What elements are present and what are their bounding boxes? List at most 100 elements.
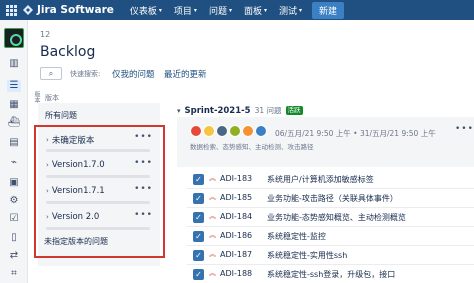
sprint-goal: 数据检索、态势感知、主动检测、攻击路径 (190, 143, 314, 151)
nav-issues[interactable]: 问题 ▾ (203, 0, 238, 20)
priority-high-icon: ︽ (209, 212, 216, 220)
nav-projects[interactable]: 项目 ▾ (168, 0, 203, 20)
more-icon[interactable]: ••• (134, 184, 153, 194)
nav-projects-label: 项目 (173, 6, 192, 17)
chevron-down-icon: ▾ (158, 6, 162, 14)
version-card[interactable]: › Version1.7.0 ••• (40, 157, 158, 181)
nav-tests[interactable]: 测试 ▾ (273, 0, 308, 20)
issue-list: ✓ ︽ ADI-183 系统用户/计算机添加敏感标签 ✓ ︽ ADI-185 业… (187, 170, 474, 283)
sprint-dates: 06/五月/21 9:50 上午 • 31/五月/21 9:50 上午 (275, 129, 436, 138)
quick-filters-label: 快速搜索: (70, 70, 101, 78)
issue-row[interactable]: ✓ ︽ ADI-185 业务功能-攻击路径（关联具体事件） (187, 189, 474, 208)
avatar[interactable] (242, 125, 254, 137)
issue-summary: 系统用户/计算机添加敏感标签 (267, 175, 374, 184)
search-icon: ⌕ (48, 69, 54, 78)
versions-panel-title: 版本 (45, 94, 59, 102)
version-progress-bar (46, 201, 150, 204)
issue-key[interactable]: ADI-184 (220, 212, 252, 221)
sprint-issue-count: 31 问题 (254, 106, 282, 115)
issue-row[interactable]: ✓ ︽ ADI-184 业务功能-态势感知概览、主动检测概览 (187, 208, 474, 227)
project-avatar[interactable] (4, 28, 24, 48)
unassigned-version-item[interactable]: 未指定版本的问题 (44, 236, 108, 247)
pages-icon[interactable]: ▯ (7, 232, 21, 244)
avatar[interactable] (255, 125, 267, 137)
issue-row[interactable]: ✓ ︽ ADI-188 系统稳定性-ssh登录，升级包，接口 (187, 265, 474, 283)
board-icon[interactable]: ▥ (7, 58, 21, 70)
issue-summary: 系统稳定性-ssh登录，升级包，接口 (267, 270, 396, 279)
issue-key[interactable]: ADI-183 (220, 174, 252, 183)
issue-row[interactable]: ✓ ︽ ADI-186 系统稳定性-监控 (187, 227, 474, 246)
avatar[interactable] (203, 125, 215, 137)
priority-high-icon: ︽ (209, 193, 216, 201)
version-name: Version1.7.0 (51, 160, 105, 170)
issue-key[interactable]: ADI-187 (220, 250, 252, 259)
avatar[interactable] (190, 125, 202, 137)
issue-row[interactable]: ✓ ︽ ADI-183 系统用户/计算机添加敏感标签 (187, 170, 474, 189)
version-card[interactable]: › Version 2.0 ••• (40, 209, 158, 233)
project-sidebar: ▥ ☰ ▦ ⛴ ▤ ⌁ ▣ ⚙ ☑ ▯ ⇄ ⌗ (0, 20, 28, 283)
issue-key[interactable]: ADI-185 (220, 193, 252, 202)
chevron-down-icon: ▾ (228, 6, 232, 14)
version-progress-bar (46, 175, 150, 178)
components-icon[interactable]: ⚙ (7, 195, 21, 207)
more-icon[interactable]: ••• (134, 132, 153, 142)
quick-filter-only-my-issues[interactable]: 仅我的问题 (112, 68, 155, 80)
sprint-header[interactable]: ▾ Sprint-2021-5 31 问题 活跃 (177, 105, 303, 116)
nav-issues-label: 问题 (208, 6, 227, 17)
issue-type-icon: ✓ (193, 193, 204, 204)
reports-icon[interactable]: ▤ (7, 137, 21, 149)
all-issues-item[interactable]: 所有问题 (38, 107, 160, 124)
issue-type-icon: ✓ (193, 212, 204, 223)
chart-icon[interactable]: ⌁ (7, 157, 21, 169)
code-icon[interactable]: ⇄ (7, 250, 21, 262)
issue-key[interactable]: ADI-186 (220, 231, 252, 240)
top-nav: Jira Software 仪表板 ▾ 项目 ▾ 问题 ▾ 面板 ▾ 测试 ▾ … (0, 0, 474, 20)
issue-key[interactable]: ADI-188 (220, 269, 252, 278)
avatar[interactable] (229, 125, 241, 137)
version-name: Version1.7.1 (51, 186, 105, 196)
jira-logo-icon (23, 5, 33, 15)
tests-icon[interactable]: ☑ (7, 213, 21, 225)
version-progress-bar (46, 149, 150, 152)
nav-dashboards[interactable]: 仪表板 ▾ (124, 0, 168, 20)
priority-high-icon: ︽ (209, 250, 216, 258)
nav-tests-label: 测试 (279, 6, 298, 17)
chevron-down-icon: ▾ (263, 6, 267, 14)
version-name: Version 2.0 (51, 212, 100, 222)
chevron-right-icon: › (46, 213, 49, 221)
page-title: Backlog (40, 44, 96, 60)
search-input[interactable]: ⌕ (40, 67, 62, 80)
backlog-icon[interactable]: ☰ (7, 80, 21, 92)
priority-high-icon: ︽ (209, 174, 216, 182)
jira-logo[interactable]: Jira Software (22, 4, 114, 16)
chevron-right-icon: › (46, 187, 49, 195)
app-switcher-icon[interactable] (4, 3, 18, 17)
chevron-down-icon: ▾ (177, 106, 181, 115)
version-card[interactable]: › 未确定版本 ••• (40, 131, 158, 155)
quick-filter-recently-updated[interactable]: 最近的更新 (164, 68, 207, 80)
more-icon[interactable]: ••• (134, 158, 153, 168)
issue-summary: 系统稳定性-实用性ssh (267, 251, 348, 260)
more-icon[interactable]: ••• (134, 210, 153, 220)
version-card[interactable]: › Version1.7.1 ••• (40, 183, 158, 207)
nav-boards-label: 面板 (243, 6, 262, 17)
issues-icon[interactable]: ▣ (7, 177, 21, 189)
issue-type-icon: ✓ (193, 231, 204, 242)
breadcrumb[interactable]: 12 (40, 30, 50, 39)
priority-high-icon: ︽ (209, 231, 216, 239)
priority-high-icon: ︽ (209, 269, 216, 277)
create-button[interactable]: 新建 (312, 1, 345, 19)
issue-type-icon: ✓ (193, 174, 204, 185)
chevron-right-icon: › (46, 136, 49, 144)
issue-row[interactable]: ✓ ︽ ADI-187 系统稳定性-实用性ssh (187, 246, 474, 265)
active-sprint-icon[interactable]: ▦ (7, 99, 21, 111)
chevron-down-icon: ▾ (299, 6, 303, 14)
issue-summary: 业务功能-态势感知概览、主动检测概览 (267, 213, 406, 222)
avatar[interactable] (216, 125, 228, 137)
more-icon[interactable]: ••• (455, 124, 474, 134)
shortcuts-icon[interactable]: ⌗ (7, 268, 21, 280)
releases-icon[interactable]: ⛴ (7, 117, 21, 129)
nav-boards[interactable]: 面板 ▾ (238, 0, 273, 20)
issue-summary: 系统稳定性-监控 (267, 232, 326, 241)
nav-dashboards-label: 仪表板 (129, 6, 157, 17)
